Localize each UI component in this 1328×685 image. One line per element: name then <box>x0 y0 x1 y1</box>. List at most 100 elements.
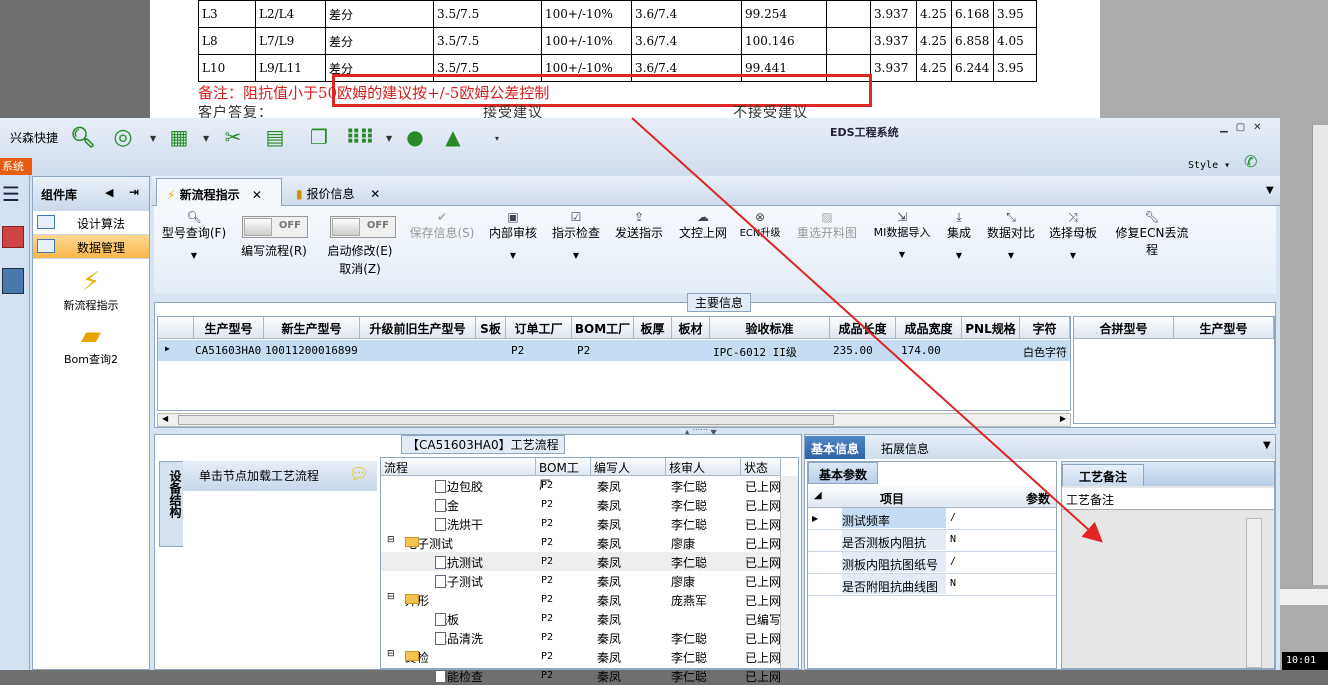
column-header[interactable]: 编写人 <box>591 458 666 476</box>
collapse-left-icon[interactable]: ◀ <box>105 186 113 199</box>
cancel-label[interactable]: 取消(Z) <box>320 260 400 277</box>
chevron-down-icon[interactable]: ▼ <box>1046 251 1100 260</box>
chevron-down-icon[interactable]: ▼ <box>203 134 209 143</box>
tree-row[interactable]: 功能检查 P2 秦凤 李仁聪 已上网 <box>381 666 781 685</box>
model-query-button[interactable]: 🔍︎ 型号查询(F) ▼ <box>160 210 228 260</box>
tree-row[interactable]: 电子测试 P2 秦凤 廖康 已上网 <box>381 571 781 590</box>
param-row[interactable]: ▶ 测试频率 / <box>808 508 1056 530</box>
tree-row[interactable]: 铣板 P2 秦凤 已编写 <box>381 609 781 628</box>
system-tag[interactable]: 系统 <box>0 158 32 175</box>
bom-query-shortcut[interactable]: ▰ Bom查询2 <box>33 321 149 367</box>
table-cell[interactable]: P2 <box>574 341 590 361</box>
component-item-design-algorithm[interactable]: 设计算法 <box>33 211 149 235</box>
tree-row[interactable]: 成品清洗 P2 秦凤 李仁聪 已上网 <box>381 628 781 647</box>
collapse-icon[interactable]: ⊟ <box>387 535 395 545</box>
main-grid-hscrollbar[interactable]: ◀ ▶ <box>157 413 1071 427</box>
chevron-down-icon[interactable]: ▼ <box>942 251 976 260</box>
basic-params-tab[interactable]: 基本参数 <box>808 462 879 484</box>
chevron-down-icon[interactable]: ▼ <box>150 134 156 143</box>
more-icon[interactable]: ▾ <box>495 134 499 143</box>
column-header[interactable]: 合拼型号 <box>1074 317 1174 339</box>
data-compare-button[interactable]: ⤡ 数据对比 ▼ <box>984 210 1038 260</box>
memo-tab[interactable]: 工艺备注 <box>1062 464 1145 486</box>
column-header[interactable]: 核审人 <box>666 458 741 476</box>
tab-quote-info[interactable]: ▮ 报价信息 ✕ <box>286 178 396 206</box>
phone-icon[interactable]: ✆ <box>1244 152 1257 171</box>
table-cell[interactable]: CA51603HA0 <box>192 341 261 361</box>
close-icon[interactable]: ✕ <box>1253 122 1269 133</box>
send-instruction-button[interactable]: ⇪ 发送指示 <box>612 210 666 241</box>
menu-icon[interactable]: ☰ <box>2 182 20 206</box>
chevron-down-icon[interactable]: ▼ <box>486 251 540 260</box>
column-header[interactable]: 板厚 <box>634 317 672 339</box>
chevron-down-icon[interactable]: ▼ <box>550 251 602 260</box>
scroll-right-icon[interactable]: ▶ <box>1060 414 1066 423</box>
tree-row[interactable]: ⊟终检P2秦凤李仁聪已上网 <box>381 647 781 666</box>
tree-row[interactable]: 水洗烘干 P2 秦凤 李仁聪 已上网 <box>381 514 781 533</box>
minimize-icon[interactable]: ▁ <box>1220 122 1236 133</box>
mi-data-import-button[interactable]: ⇲ MI数据导入 ▼ <box>870 210 934 259</box>
copy-icon[interactable]: ❐ <box>306 124 332 150</box>
tree-row[interactable]: 阻抗测试 P2 秦凤 李仁聪 已上网 <box>381 552 781 571</box>
reselect-cut-drawing-button[interactable]: ▨ 重选开料图 <box>794 210 860 241</box>
tool-icon[interactable] <box>2 268 24 294</box>
tab-list-dropdown-icon[interactable]: ▼ <box>1256 178 1284 206</box>
column-header[interactable]: 字符 <box>1020 317 1070 339</box>
repair-ecn-flow-button[interactable]: 🔧︎ 修复ECN丢流程 <box>1110 210 1194 258</box>
table-cell[interactable]: 10011200016899 <box>262 341 358 361</box>
column-header[interactable]: 项目 <box>880 490 904 507</box>
lifebuoy-icon[interactable]: ◎ <box>110 124 136 150</box>
column-header[interactable]: 验收标准 <box>710 317 830 339</box>
column-header[interactable]: 生产型号 <box>1174 317 1274 339</box>
chevron-down-icon[interactable]: ▼ <box>870 250 934 259</box>
internal-review-button[interactable]: ▣ 内部审核 ▼ <box>486 210 540 260</box>
table-cell[interactable]: P2 <box>508 341 524 361</box>
chart-icon[interactable]: ▲ <box>440 124 466 150</box>
collapse-icon[interactable]: ⊟ <box>387 649 395 659</box>
instruction-check-button[interactable]: ☑ 指示检查 ▼ <box>550 210 602 260</box>
column-header[interactable]: 参数 <box>1026 490 1050 507</box>
scissors-icon[interactable]: ✂ <box>220 124 246 150</box>
table-cell[interactable]: 174.00 <box>898 341 941 361</box>
param-row[interactable]: 是否测板内阻抗 N <box>808 530 1056 552</box>
side-tab-structure[interactable]: 设备结构 <box>159 461 185 547</box>
column-header[interactable]: 订单工厂 <box>506 317 572 339</box>
search-icon[interactable]: 🔍︎ <box>70 124 96 150</box>
tree-row[interactable]: ⊟外形P2秦凤庞燕军已上网 <box>381 590 781 609</box>
column-header[interactable]: 新生产型号 <box>264 317 360 339</box>
select-mother-board-button[interactable]: ⤨ 选择母板 ▼ <box>1046 210 1100 260</box>
param-row[interactable]: 测板内阻抗图纸号 / <box>808 552 1056 574</box>
table-icon[interactable]: ▦ <box>166 124 192 150</box>
collapse-icon[interactable]: ⊟ <box>387 592 395 602</box>
chevron-down-icon[interactable]: ▼ <box>984 251 1038 260</box>
tab-extended-info[interactable]: 拓展信息 <box>875 436 935 459</box>
table-cell[interactable]: 235.00 <box>830 341 873 361</box>
column-header[interactable]: 生产型号 <box>194 317 264 339</box>
column-header[interactable]: BOM工厂 <box>536 458 591 492</box>
column-header[interactable]: 成品宽度 <box>896 317 962 339</box>
tree-row[interactable]: 板边包胶 P2 秦凤 李仁聪 已上网 <box>381 476 781 495</box>
chevron-down-icon[interactable]: ▼ <box>1257 436 1277 459</box>
background-scrollbar[interactable] <box>1312 125 1328 585</box>
start-edit-toggle[interactable]: OFF <box>330 216 396 238</box>
column-header[interactable]: 升级前旧生产型号 <box>360 317 476 339</box>
table-cell[interactable]: IPC-6012 II级 <box>710 341 797 361</box>
film-icon[interactable]: ▤ <box>262 124 288 150</box>
column-header[interactable]: 成品长度 <box>830 317 896 339</box>
tab-basic-info[interactable]: 基本信息 <box>805 436 866 459</box>
save-info-button[interactable]: ✔ 保存信息(S) <box>406 210 478 241</box>
memo-scrollbar[interactable] <box>1246 518 1262 668</box>
column-header[interactable]: 状态 <box>741 458 781 476</box>
background-hscrollbar[interactable] <box>1280 588 1328 605</box>
tree-row[interactable]: 沉金 P2 秦凤 李仁聪 已上网 <box>381 495 781 514</box>
publish-online-button[interactable]: ☁ 文控上网 <box>676 210 730 241</box>
tree-row[interactable]: ⊟ 电子测试 P2 秦凤 廖康 已上网 <box>381 533 781 552</box>
load-flow-hint[interactable]: 单击节点加载工艺流程 💬︎ <box>183 461 377 491</box>
column-header[interactable]: 流程 <box>381 458 536 476</box>
chevron-down-icon[interactable]: ▼ <box>160 251 228 260</box>
close-icon[interactable]: ✕ <box>252 188 262 202</box>
dots-grid-icon[interactable]: ⠿⠿ <box>345 124 374 150</box>
dock-icon[interactable]: ⇥ <box>129 185 139 199</box>
ecn-upgrade-button[interactable]: ⊗ ECN升级 <box>738 210 782 239</box>
component-item-data-management[interactable]: 数据管理 <box>33 235 149 259</box>
